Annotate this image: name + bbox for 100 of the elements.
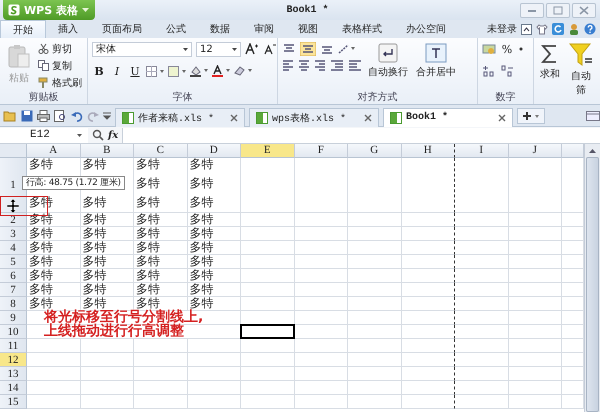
grid-cell[interactable]: 多特 bbox=[188, 269, 241, 283]
grid-cell[interactable]: 多特 bbox=[188, 283, 241, 297]
grid-cell[interactable]: 多特 bbox=[188, 255, 241, 269]
row-header[interactable]: 13 bbox=[0, 367, 27, 381]
column-header[interactable]: C bbox=[134, 144, 188, 158]
ribbon-tab[interactable]: 开始 bbox=[0, 20, 46, 38]
align-left-icon[interactable] bbox=[282, 59, 294, 71]
search-icon[interactable] bbox=[92, 129, 104, 141]
grid-cell[interactable]: 多特 bbox=[27, 255, 80, 269]
font-size-field[interactable]: 12 bbox=[196, 42, 241, 56]
row-header[interactable]: 2 bbox=[0, 213, 27, 227]
grid-cell[interactable]: 多特 bbox=[134, 213, 188, 227]
fill-color-icon[interactable] bbox=[190, 65, 208, 77]
row-header[interactable]: 9 bbox=[0, 311, 27, 325]
grid-cell[interactable]: 多特 bbox=[80, 297, 134, 311]
row-header[interactable]: 3 bbox=[0, 227, 27, 241]
document-tab[interactable]: wps表格.xls * bbox=[249, 108, 379, 126]
window-switch-icon[interactable] bbox=[586, 110, 600, 120]
name-box[interactable]: E12 bbox=[0, 128, 88, 142]
outdent-icon[interactable] bbox=[330, 59, 344, 71]
percent-button[interactable]: % bbox=[500, 42, 514, 56]
column-header[interactable]: F bbox=[294, 144, 348, 158]
dropdown-caret-icon[interactable] bbox=[232, 48, 237, 50]
row-header[interactable]: 8 bbox=[0, 297, 27, 311]
grid-cell[interactable] bbox=[402, 297, 455, 311]
ribbon-tab[interactable]: 插入 bbox=[46, 20, 90, 38]
function-button[interactable]: fx bbox=[108, 130, 118, 140]
row-header[interactable]: 15 bbox=[0, 395, 27, 409]
row-header[interactable]: 14 bbox=[0, 381, 27, 395]
clear-format-icon[interactable] bbox=[234, 65, 252, 77]
column-header[interactable]: J bbox=[508, 144, 562, 158]
ribbon-tab[interactable]: 数据 bbox=[198, 20, 242, 38]
grid-cell[interactable]: 多特 bbox=[27, 241, 80, 255]
decrease-decimal-icon[interactable] bbox=[500, 65, 514, 77]
grid-cell[interactable]: 多特 bbox=[27, 283, 80, 297]
new-tab-button[interactable] bbox=[517, 108, 545, 124]
ribbon-tab[interactable]: 公式 bbox=[154, 20, 198, 38]
minimize-button[interactable] bbox=[520, 2, 544, 18]
borders-icon[interactable] bbox=[146, 66, 164, 76]
grid-cell[interactable] bbox=[402, 353, 455, 367]
collapse-icon[interactable] bbox=[521, 24, 532, 34]
formula-input[interactable] bbox=[122, 128, 600, 142]
align-center-icon[interactable] bbox=[298, 59, 310, 71]
grid-cell[interactable] bbox=[402, 311, 455, 325]
grid-cell[interactable] bbox=[402, 241, 455, 255]
bold-button[interactable]: B bbox=[92, 64, 106, 78]
grid-cell[interactable] bbox=[402, 283, 455, 297]
grid-cell[interactable]: 多特 bbox=[80, 255, 134, 269]
fill-pattern-icon[interactable] bbox=[168, 66, 186, 76]
row-header[interactable]: 10 bbox=[0, 325, 27, 339]
vertical-scrollbar[interactable] bbox=[584, 144, 600, 412]
ribbon-tab[interactable]: 页面布局 bbox=[90, 20, 154, 38]
grid-cell[interactable]: 多特 bbox=[188, 227, 241, 241]
underline-button[interactable]: U bbox=[128, 64, 142, 78]
column-header[interactable]: G bbox=[348, 144, 402, 158]
close-icon[interactable] bbox=[498, 114, 506, 122]
grid-cell[interactable] bbox=[402, 158, 455, 213]
wrap-text-button[interactable]: 自动换行 bbox=[366, 41, 410, 81]
grid-cell[interactable] bbox=[402, 339, 455, 353]
column-header[interactable]: I bbox=[455, 144, 508, 158]
column-header[interactable]: D bbox=[188, 144, 241, 158]
grid-cell[interactable] bbox=[402, 367, 455, 381]
italic-button[interactable]: I bbox=[110, 64, 124, 78]
ribbon-tab[interactable]: 视图 bbox=[286, 20, 330, 38]
grid-cell[interactable] bbox=[402, 227, 455, 241]
row-header[interactable]: 6 bbox=[0, 269, 27, 283]
ribbon-tab[interactable]: 办公空间 bbox=[394, 20, 458, 38]
grid-cell[interactable]: 多特 多特 多特 bbox=[188, 158, 241, 213]
grid-cell[interactable]: 多特 bbox=[80, 269, 134, 283]
auto-filter-button[interactable]: 自动筛 bbox=[566, 41, 596, 99]
grid-cell[interactable]: 多特 bbox=[27, 227, 80, 241]
print-icon[interactable] bbox=[37, 110, 50, 122]
refresh-icon[interactable] bbox=[552, 23, 564, 35]
select-all-corner[interactable] bbox=[0, 144, 27, 158]
save-icon[interactable] bbox=[21, 110, 33, 122]
dropdown-caret-icon[interactable] bbox=[183, 48, 188, 50]
grid-cell[interactable]: 多特 bbox=[80, 241, 134, 255]
grid-cell[interactable] bbox=[402, 255, 455, 269]
shrink-font-icon[interactable] bbox=[263, 43, 277, 55]
grid-cell[interactable]: 多特 bbox=[27, 269, 80, 283]
close-icon[interactable] bbox=[364, 114, 372, 122]
undo-icon[interactable] bbox=[71, 110, 83, 122]
scrollbar-thumb[interactable] bbox=[586, 157, 599, 412]
grid-cell[interactable] bbox=[402, 213, 455, 227]
print-preview-icon[interactable] bbox=[54, 110, 67, 122]
grid-cell[interactable]: 多特 bbox=[188, 213, 241, 227]
text-direction-icon[interactable] bbox=[338, 43, 356, 55]
row-header[interactable]: 5 bbox=[0, 255, 27, 269]
row-header[interactable]: 11 bbox=[0, 339, 27, 353]
grid-cell[interactable]: 多特 bbox=[134, 283, 188, 297]
grid-cell[interactable]: 多特 bbox=[134, 241, 188, 255]
scroll-up-icon[interactable] bbox=[588, 148, 597, 154]
grid-cell[interactable]: 多特 bbox=[80, 213, 134, 227]
document-tab[interactable]: 作者来稿.xls * bbox=[115, 108, 245, 126]
column-header[interactable]: H bbox=[402, 144, 455, 158]
document-tab[interactable]: Book1 * bbox=[383, 108, 513, 126]
column-header[interactable]: A bbox=[27, 144, 80, 158]
font-color-icon[interactable] bbox=[212, 65, 230, 77]
maximize-button[interactable] bbox=[546, 2, 570, 18]
grid-cell[interactable]: 多特 多特 多特 bbox=[134, 158, 188, 213]
